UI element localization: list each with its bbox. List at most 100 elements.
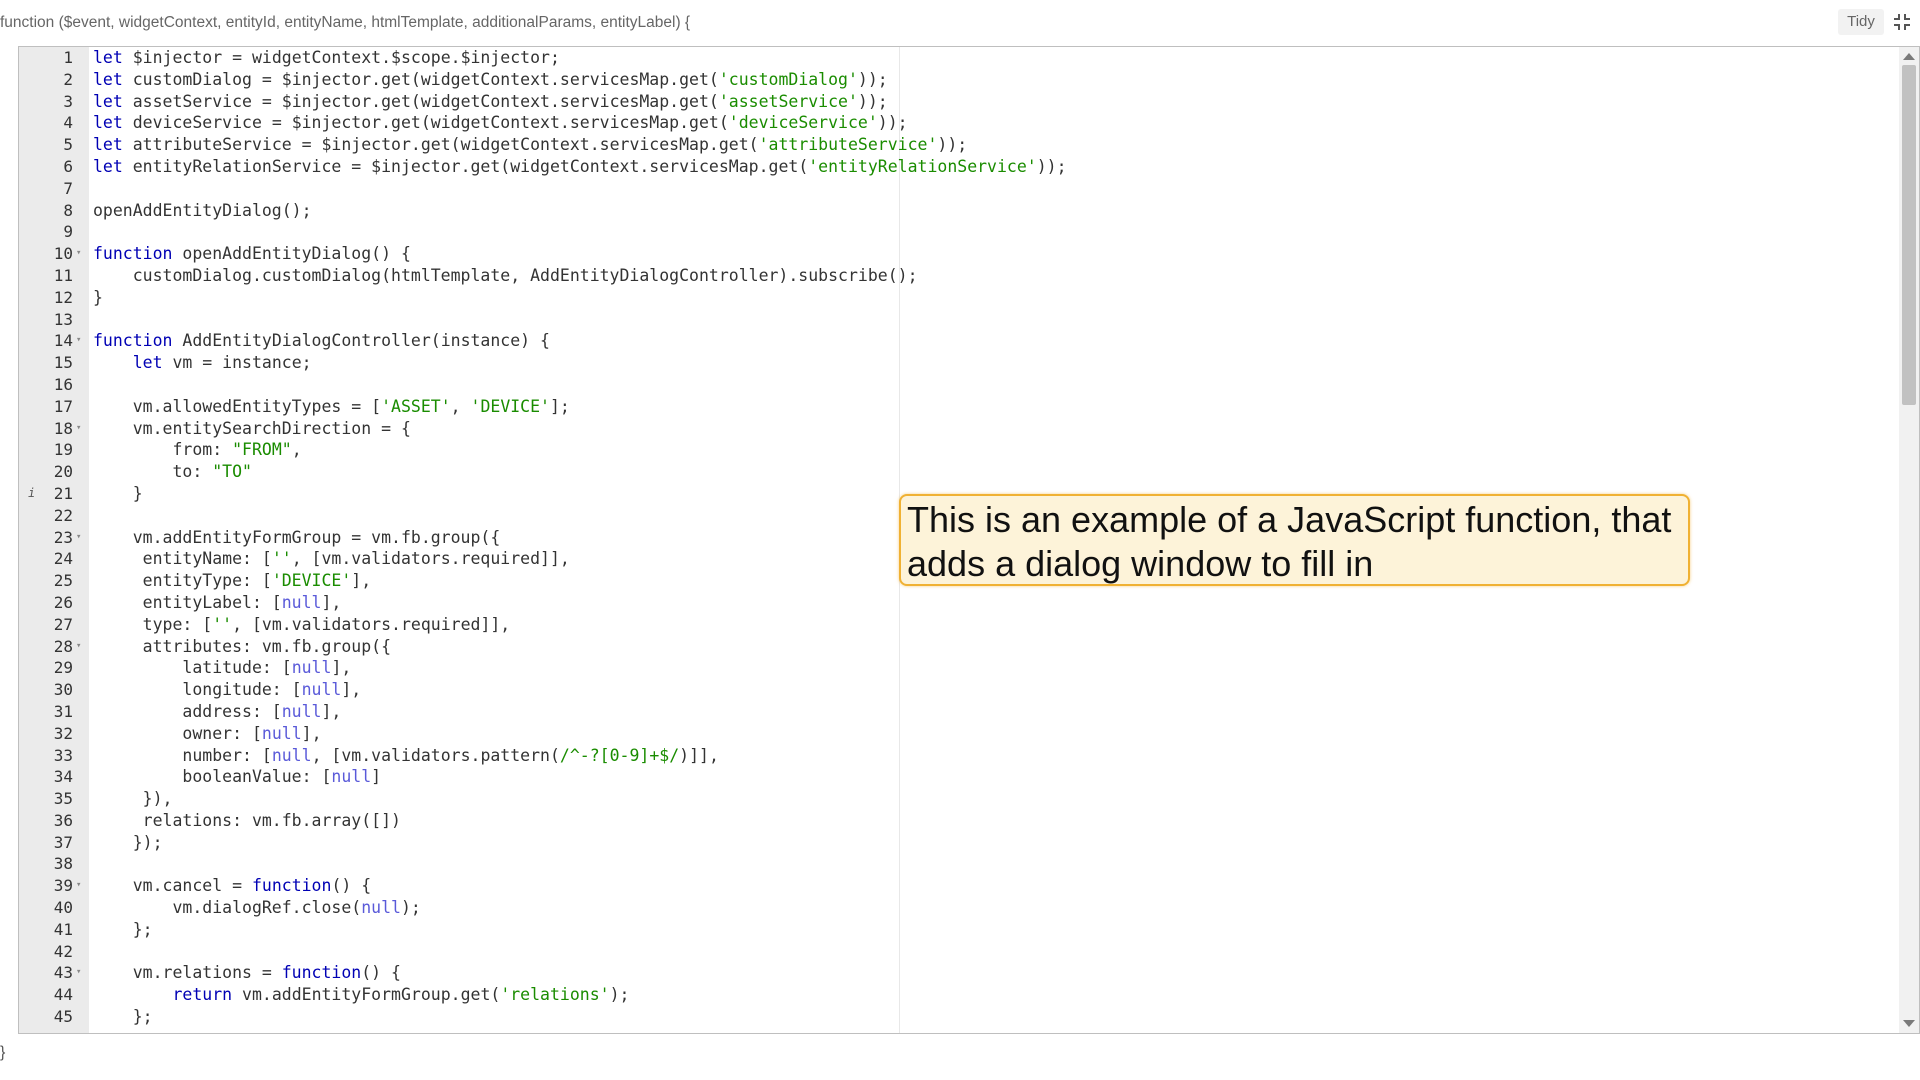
- line-number: 13: [53, 309, 73, 329]
- line-number: 44: [53, 985, 73, 1005]
- fold-toggle-icon[interactable]: ▾: [76, 418, 81, 440]
- code-line[interactable]: 43 ▾ vm.relations = function() {: [19, 962, 1899, 984]
- code-text: };: [93, 1007, 153, 1027]
- code-line[interactable]: 41 };: [19, 919, 1899, 941]
- code-text: entityLabel: [null],: [93, 592, 342, 612]
- code-line[interactable]: 13: [19, 309, 1899, 331]
- code-line[interactable]: 30 longitude: [null],: [19, 679, 1899, 701]
- fold-toggle-icon[interactable]: ▾: [76, 527, 81, 549]
- line-number: 14: [53, 331, 73, 351]
- code-line[interactable]: 33 number: [null, [vm.validators.pattern…: [19, 745, 1899, 767]
- code-line[interactable]: 10 ▾ function openAddEntityDialog() {: [19, 243, 1899, 265]
- fold-toggle-icon[interactable]: ▾: [76, 243, 81, 265]
- code-line[interactable]: 35 }),: [19, 788, 1899, 810]
- code-line[interactable]: 20 to: "TO": [19, 461, 1899, 483]
- code-line[interactable]: 29 latitude: [null],: [19, 657, 1899, 679]
- code-text: }: [93, 483, 143, 503]
- line-number: 45: [53, 1007, 73, 1027]
- fold-toggle-icon[interactable]: ▾: [76, 875, 81, 897]
- code-line[interactable]: 32 owner: [null],: [19, 723, 1899, 745]
- line-number: 9: [63, 222, 73, 242]
- line-number: 7: [63, 178, 73, 198]
- code-text: vm.relations = function() {: [93, 963, 401, 983]
- line-number: 30: [53, 680, 73, 700]
- code-text: address: [null],: [93, 701, 342, 721]
- code-line[interactable]: 37 });: [19, 832, 1899, 854]
- code-line[interactable]: 1 let $injector = widgetContext.$scope.$i…: [19, 47, 1899, 69]
- fold-toggle-icon[interactable]: ▾: [76, 330, 81, 352]
- code-text: let deviceService = $injector.get(widget…: [93, 113, 908, 133]
- code-text: function openAddEntityDialog() {: [93, 244, 411, 264]
- code-line[interactable]: 6 let entityRelationService = $injector.g…: [19, 156, 1899, 178]
- code-line[interactable]: 34 booleanValue: [null]: [19, 766, 1899, 788]
- code-line[interactable]: 7: [19, 178, 1899, 200]
- code-line[interactable]: 26 entityLabel: [null],: [19, 592, 1899, 614]
- line-number: 3: [63, 91, 73, 111]
- line-number: 26: [53, 592, 73, 612]
- code-text: vm.cancel = function() {: [93, 876, 372, 896]
- code-line[interactable]: 27 type: ['', [vm.validators.required]],: [19, 614, 1899, 636]
- code-line[interactable]: 40 vm.dialogRef.close(null);: [19, 897, 1899, 919]
- code-text: owner: [null],: [93, 723, 322, 743]
- code-line[interactable]: 2 let customDialog = $injector.get(widget…: [19, 69, 1899, 91]
- code-text: function AddEntityDialogController(insta…: [93, 331, 550, 351]
- code-line[interactable]: 19 from: "FROM",: [19, 439, 1899, 461]
- info-annotation-icon[interactable]: i: [28, 483, 35, 505]
- scroll-down-icon[interactable]: [1903, 1020, 1915, 1027]
- line-number: 29: [53, 658, 73, 678]
- code-text: };: [93, 919, 153, 939]
- code-line[interactable]: 11 customDialog.customDialog(htmlTemplat…: [19, 265, 1899, 287]
- code-line[interactable]: 18 ▾ vm.entitySearchDirection = {: [19, 418, 1899, 440]
- code-line[interactable]: 8 openAddEntityDialog();: [19, 200, 1899, 222]
- line-number: 35: [53, 789, 73, 809]
- tidy-button[interactable]: Tidy: [1838, 9, 1884, 35]
- line-number: 31: [53, 701, 73, 721]
- exit-fullscreen-icon[interactable]: [1890, 9, 1914, 35]
- code-text: vm.allowedEntityTypes = ['ASSET', 'DEVIC…: [93, 396, 570, 416]
- code-line[interactable]: 39 ▾ vm.cancel = function() {: [19, 875, 1899, 897]
- code-text: to: "TO": [93, 462, 252, 482]
- scroll-up-icon[interactable]: [1903, 53, 1915, 60]
- line-number: 12: [53, 287, 73, 307]
- line-number: 6: [63, 156, 73, 176]
- code-line[interactable]: 17 vm.allowedEntityTypes = ['ASSET', 'DE…: [19, 396, 1899, 418]
- line-number: 34: [53, 767, 73, 787]
- code-text: let entityRelationService = $injector.ge…: [93, 156, 1067, 176]
- code-text: });: [93, 832, 163, 852]
- line-number: 38: [53, 854, 73, 874]
- code-line[interactable]: 31 address: [null],: [19, 701, 1899, 723]
- scrollbar-thumb[interactable]: [1902, 65, 1916, 405]
- code-line[interactable]: 15 let vm = instance;: [19, 352, 1899, 374]
- code-line[interactable]: 28 ▾ attributes: vm.fb.group({: [19, 636, 1899, 658]
- code-line[interactable]: 45 };: [19, 1006, 1899, 1028]
- line-number: 37: [53, 832, 73, 852]
- code-text: let assetService = $injector.get(widgetC…: [93, 91, 888, 111]
- code-line[interactable]: 44 return vm.addEntityFormGroup.get('rel…: [19, 984, 1899, 1006]
- code-text: entityType: ['DEVICE'],: [93, 571, 372, 591]
- code-line[interactable]: 4 let deviceService = $injector.get(widge…: [19, 112, 1899, 134]
- code-text: latitude: [null],: [93, 658, 352, 678]
- line-number: 33: [53, 745, 73, 765]
- vertical-scrollbar[interactable]: [1899, 47, 1919, 1033]
- fold-toggle-icon[interactable]: ▾: [76, 636, 81, 658]
- code-line[interactable]: 38: [19, 853, 1899, 875]
- function-header: function ($event, widgetContext, entityI…: [0, 0, 1920, 46]
- code-line[interactable]: 12}: [19, 287, 1899, 309]
- code-text: entityName: ['', [vm.validators.required…: [93, 549, 570, 569]
- code-text: vm.entitySearchDirection = {: [93, 418, 411, 438]
- code-line[interactable]: 9: [19, 221, 1899, 243]
- line-number: 20: [53, 462, 73, 482]
- code-line[interactable]: 42: [19, 941, 1899, 963]
- fold-toggle-icon[interactable]: ▾: [76, 962, 81, 984]
- code-text: }: [93, 287, 103, 307]
- line-number: 10: [53, 244, 73, 264]
- line-number: 2: [63, 69, 73, 89]
- line-number: 32: [53, 723, 73, 743]
- line-number: 15: [53, 353, 73, 373]
- code-line[interactable]: 14 ▾ function AddEntityDialogController(in…: [19, 330, 1899, 352]
- code-line[interactable]: 5 let attributeService = $injector.get(wi…: [19, 134, 1899, 156]
- code-text: booleanValue: [null]: [93, 767, 382, 787]
- code-line[interactable]: 3 let assetService = $injector.get(widget…: [19, 91, 1899, 113]
- code-line[interactable]: 36 relations: vm.fb.array([]): [19, 810, 1899, 832]
- code-line[interactable]: 16: [19, 374, 1899, 396]
